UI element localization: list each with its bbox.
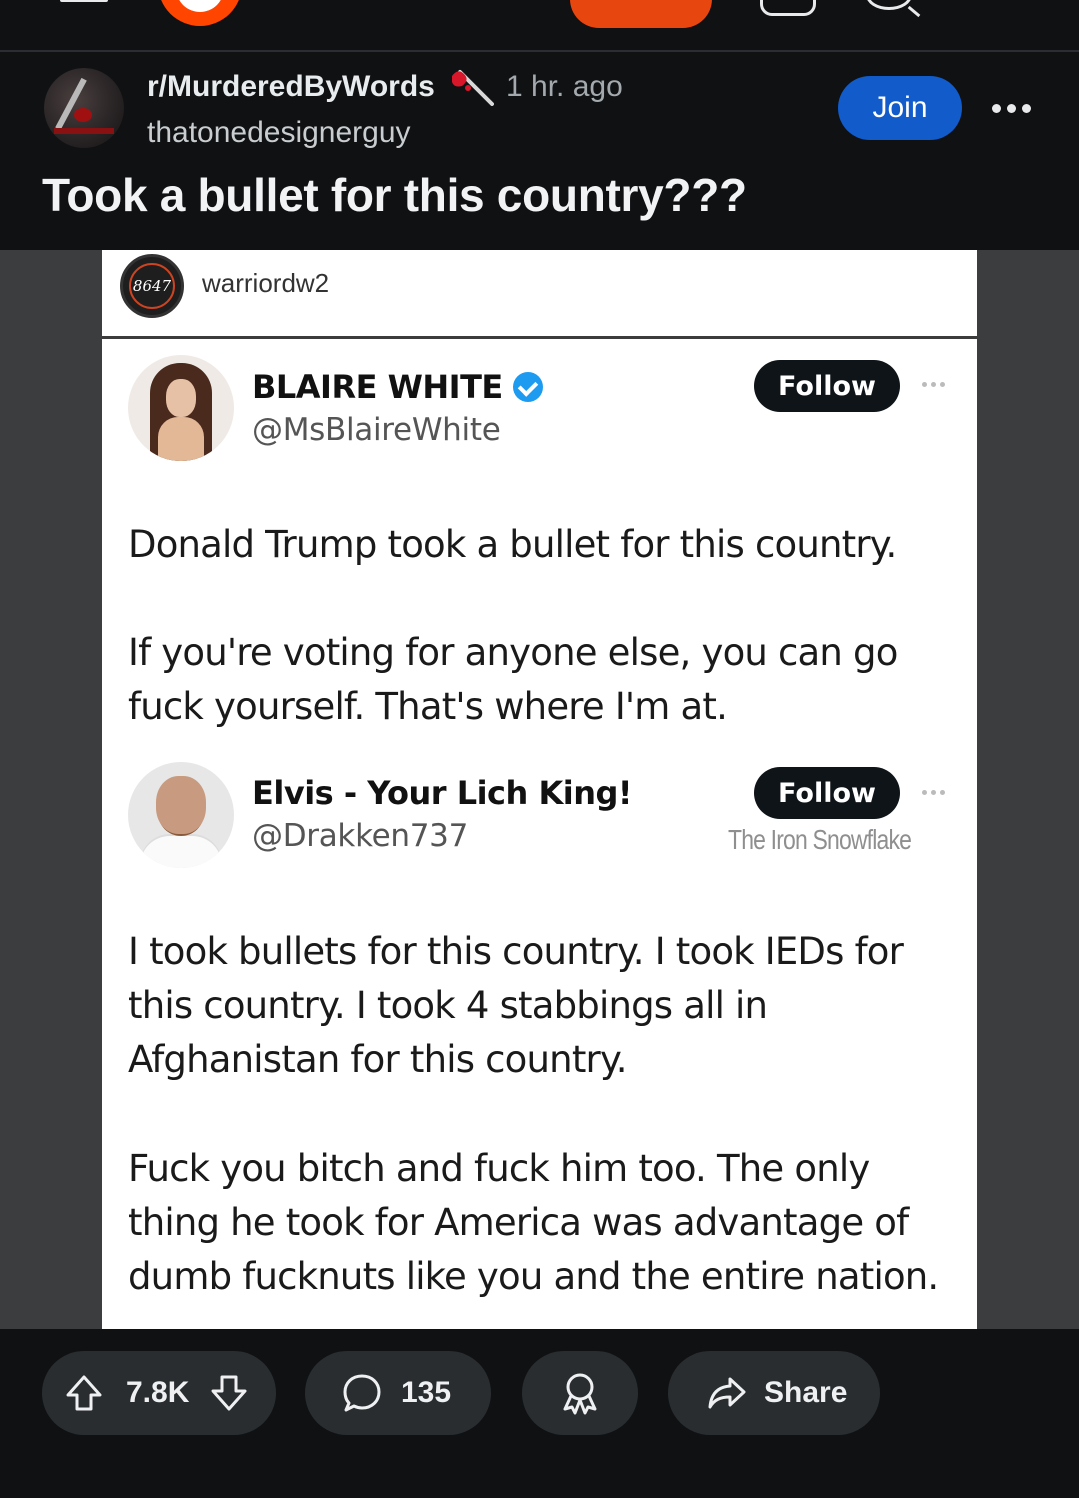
tweet-text: Fuck you bitch and fuck him too. The onl… xyxy=(128,1147,870,1190)
share-label: Share xyxy=(764,1376,848,1409)
menu-icon[interactable] xyxy=(60,0,108,8)
follow-button: Follow xyxy=(754,360,900,412)
tweet-text: this country. I took 4 stabbings all in xyxy=(128,984,768,1027)
avatar xyxy=(128,355,234,461)
vote-controls: 7.8K xyxy=(42,1351,276,1435)
post-header: r/MurderedByWords 1 hr. ago thatonedesig… xyxy=(0,52,1079,250)
follow-button: Follow xyxy=(754,767,900,819)
post-image[interactable]: 8647 warriordw2 BLAIRE WHITE @MsBlaireWh… xyxy=(0,250,1079,1329)
subreddit-name[interactable]: r/MurderedByWords xyxy=(147,70,435,104)
post-action-bar: 7.8K 135 Share xyxy=(0,1329,1079,1498)
award-icon xyxy=(563,1373,597,1415)
award-button[interactable] xyxy=(522,1351,638,1435)
instagram-username: warriordw2 xyxy=(202,268,330,298)
tweet-text: fuck yourself. That's where I'm at. xyxy=(128,685,728,728)
post-author[interactable]: thatonedesignerguy xyxy=(147,116,411,150)
tweet-author-name: Elvis - Your Lich King! xyxy=(252,774,632,812)
tweet-author-name: BLAIRE WHITE xyxy=(252,368,543,406)
downvote-icon[interactable] xyxy=(209,1373,249,1413)
post-title[interactable]: Took a bullet for this country??? xyxy=(42,168,747,222)
tweet-author-handle: @MsBlaireWhite xyxy=(252,412,501,448)
chat-icon[interactable] xyxy=(760,0,816,16)
subreddit-avatar[interactable] xyxy=(44,68,124,148)
reddit-logo-icon[interactable] xyxy=(158,0,242,26)
tweet-author-handle: @Drakken737 xyxy=(252,818,469,854)
screenshot-card: 8647 warriordw2 BLAIRE WHITE @MsBlaireWh… xyxy=(102,250,977,1329)
more-icon xyxy=(922,382,956,390)
comments-button[interactable]: 135 xyxy=(305,1351,491,1435)
share-icon xyxy=(708,1377,746,1409)
get-app-button[interactable] xyxy=(570,0,712,28)
post-time: 1 hr. ago xyxy=(506,70,623,103)
tweet-text: thing he took for America was advantage … xyxy=(128,1201,909,1244)
join-button[interactable]: Join xyxy=(838,76,962,140)
watermark: The Iron Snowflake xyxy=(728,824,912,855)
top-app-bar xyxy=(0,0,1079,52)
tweet-text: dumb fucknuts like you and the entire na… xyxy=(128,1255,939,1298)
comment-icon xyxy=(343,1374,381,1412)
vote-count: 7.8K xyxy=(126,1376,190,1409)
more-options-icon[interactable] xyxy=(992,96,1034,120)
knife-icon xyxy=(452,70,494,106)
share-button[interactable]: Share xyxy=(668,1351,880,1435)
search-icon[interactable] xyxy=(866,0,912,10)
tweet-text: Donald Trump took a bullet for this coun… xyxy=(128,523,897,566)
more-icon xyxy=(922,790,956,798)
verified-badge-icon xyxy=(512,372,543,402)
tweet-text: Afghanistan for this country. xyxy=(128,1038,628,1081)
comment-count: 135 xyxy=(401,1376,452,1409)
upvote-icon[interactable] xyxy=(64,1373,104,1413)
tweet-author-name-text: BLAIRE WHITE xyxy=(252,368,503,406)
tweet-text: I took bullets for this country. I took … xyxy=(128,930,904,973)
instagram-header: 8647 warriordw2 xyxy=(102,250,977,339)
instagram-avatar: 8647 xyxy=(120,254,184,318)
tweet-text: If you're voting for anyone else, you ca… xyxy=(128,631,898,674)
avatar xyxy=(128,762,234,868)
avatar-text: 8647 xyxy=(129,263,175,309)
